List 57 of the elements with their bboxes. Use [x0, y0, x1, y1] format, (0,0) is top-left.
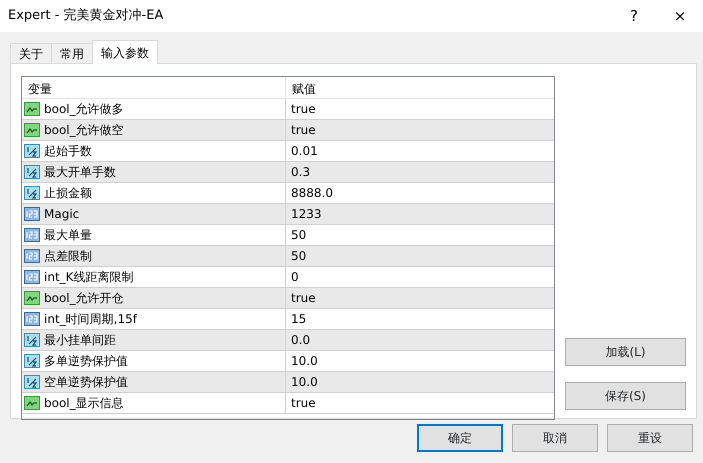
parameter-name: 点差限制	[44, 248, 92, 265]
tab[interactable]: 输入参数	[92, 40, 158, 64]
column-header[interactable]: 赋值	[286, 77, 322, 98]
fraction-icon	[24, 185, 40, 201]
parameter-value[interactable]: 0.0	[286, 331, 310, 349]
window-title: Expert - 完美黄金对冲-EA	[8, 7, 164, 26]
parameter-name: 最大开单手数	[44, 164, 116, 181]
parameter-name: int_K线距离限制	[44, 269, 134, 286]
parameter-value[interactable]: 15	[286, 310, 306, 328]
parameter-value[interactable]: true	[286, 394, 316, 412]
dialog-button[interactable]: 取消	[512, 424, 598, 452]
parameter-value[interactable]: true	[286, 289, 316, 307]
parameter-name: 最小挂单间距	[44, 332, 116, 349]
boolean-icon	[24, 101, 40, 117]
parameter-name: bool_允许开仓	[44, 290, 124, 307]
parameter-name: 止损金额	[44, 185, 92, 202]
parameter-name: Magic	[44, 206, 80, 223]
boolean-icon	[24, 395, 40, 411]
integer-icon	[24, 248, 40, 264]
parameter-value[interactable]: true	[286, 121, 316, 139]
parameter-name: bool_允许做空	[44, 122, 124, 139]
boolean-icon	[24, 122, 40, 138]
parameter-value[interactable]: 10.0	[286, 352, 318, 370]
close-button[interactable]: ×	[657, 4, 703, 28]
integer-icon	[24, 227, 40, 243]
parameter-name: 最大单量	[44, 227, 92, 244]
parameter-value[interactable]: 1233	[286, 205, 322, 223]
tab[interactable]: 关于	[10, 43, 52, 64]
integer-icon	[24, 269, 40, 285]
parameter-value[interactable]: 50	[286, 226, 306, 244]
parameter-name: bool_允许做多	[44, 101, 124, 118]
parameter-value[interactable]: 8888.0	[286, 184, 333, 202]
fraction-icon	[24, 374, 40, 390]
parameter-value[interactable]: 0.01	[286, 142, 318, 160]
side-button[interactable]: 保存(S)	[565, 382, 686, 410]
fraction-icon	[24, 164, 40, 180]
parameter-value[interactable]: true	[286, 100, 316, 118]
help-button[interactable]: ?	[611, 4, 657, 28]
column-header[interactable]: 变量	[22, 77, 286, 98]
parameter-name: 多单逆势保护值	[44, 353, 128, 370]
parameter-name: 空单逆势保护值	[44, 374, 128, 391]
integer-icon	[24, 311, 40, 327]
parameter-name: bool_显示信息	[44, 395, 124, 412]
boolean-icon	[24, 290, 40, 306]
parameter-value[interactable]: 50	[286, 247, 306, 265]
parameter-value[interactable]: 0	[286, 268, 299, 286]
parameter-name: int_时间周期,15f	[44, 311, 137, 328]
dialog-button[interactable]: 确定	[417, 424, 503, 452]
side-button[interactable]: 加载(L)	[565, 338, 686, 366]
integer-icon	[24, 206, 40, 222]
fraction-icon	[24, 353, 40, 369]
parameter-name: 起始手数	[44, 143, 92, 160]
parameter-value[interactable]: 10.0	[286, 373, 318, 391]
dialog-button[interactable]: 重设	[607, 424, 693, 452]
fraction-icon	[24, 332, 40, 348]
parameter-value[interactable]: 0.3	[286, 163, 310, 181]
fraction-icon	[24, 143, 40, 159]
